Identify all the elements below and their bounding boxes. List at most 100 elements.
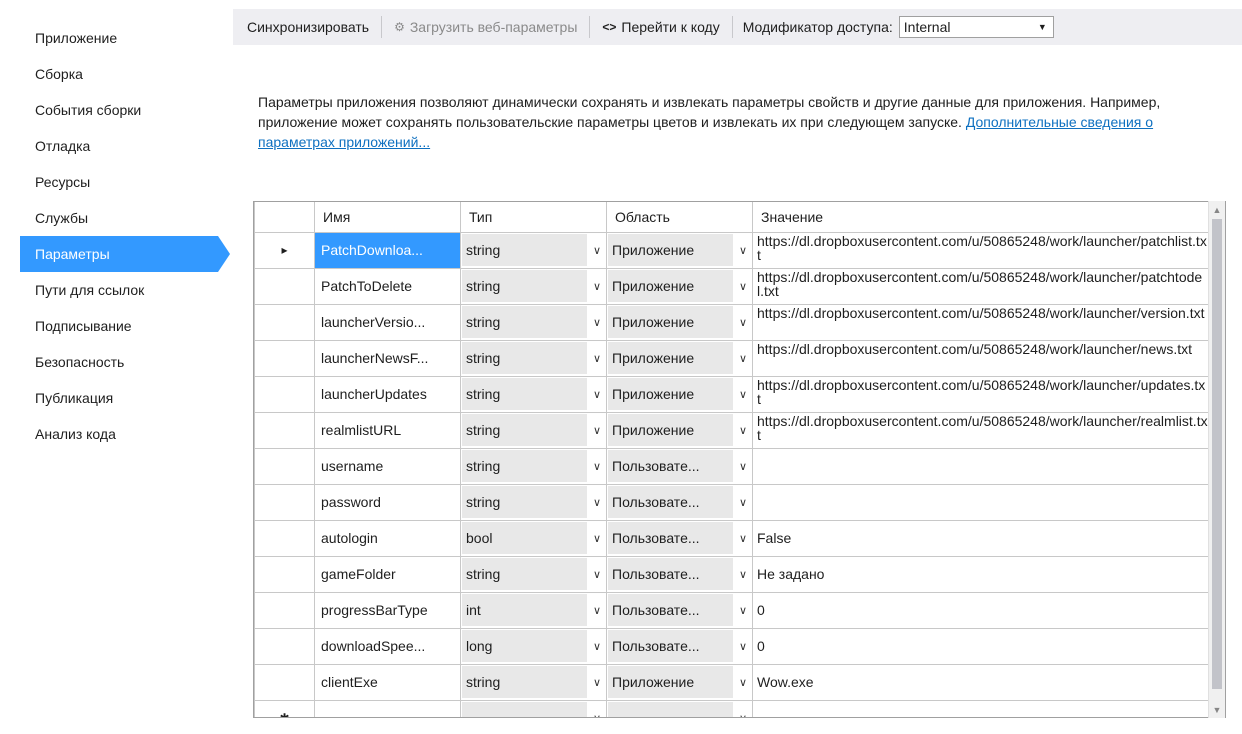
chevron-down-icon[interactable]: ∨ <box>588 449 606 483</box>
chevron-down-icon[interactable]: ∨ <box>588 269 606 303</box>
setting-name-cell[interactable]: launcherUpdates <box>314 375 461 413</box>
scroll-down-icon[interactable]: ▼ <box>1209 701 1225 718</box>
chevron-down-icon[interactable]: ∨ <box>734 485 752 519</box>
column-header-name[interactable]: Имя <box>314 202 461 233</box>
setting-type-combo[interactable]: string ∨ <box>460 231 607 269</box>
nav-item-build-events[interactable]: События сборки <box>20 92 230 128</box>
setting-type-combo[interactable]: string ∨ <box>460 663 607 701</box>
nav-item-settings[interactable]: Параметры <box>20 236 230 272</box>
setting-name-cell[interactable]: password <box>314 483 461 521</box>
row-header[interactable] <box>254 591 315 629</box>
setting-name-cell[interactable]: realmlistURL <box>314 411 461 449</box>
chevron-down-icon[interactable]: ∨ <box>588 341 606 375</box>
chevron-down-icon[interactable]: ∨ <box>734 593 752 627</box>
setting-value-cell[interactable]: False <box>752 519 1210 557</box>
setting-scope-combo[interactable]: Пользовате... ∨ <box>606 519 753 557</box>
row-header[interactable] <box>254 555 315 593</box>
setting-type-combo[interactable]: string ∨ <box>460 483 607 521</box>
chevron-down-icon[interactable]: ∨ <box>734 449 752 483</box>
setting-scope-combo[interactable]: ∨ <box>606 699 753 718</box>
setting-type-combo[interactable]: bool ∨ <box>460 519 607 557</box>
setting-value-cell[interactable]: 0 <box>752 627 1210 665</box>
table-row[interactable]: realmlistURL string ∨ Приложение ∨ https://dl… <box>254 411 1210 449</box>
setting-value-cell[interactable] <box>752 699 1210 717</box>
scrollbar-thumb[interactable] <box>1212 219 1222 689</box>
setting-value-cell[interactable] <box>752 483 1210 521</box>
nav-item-debug[interactable]: Отладка <box>20 128 230 164</box>
chevron-down-icon[interactable]: ∨ <box>588 557 606 591</box>
setting-name-cell[interactable]: launcherNewsF... <box>314 339 461 377</box>
setting-name-cell[interactable]: PatchToDelete <box>314 267 461 305</box>
setting-value-cell[interactable]: https://dl.dropboxusercontent.com/u/5086… <box>752 375 1210 413</box>
nav-item-signing[interactable]: Подписывание <box>20 308 230 344</box>
chevron-down-icon[interactable]: ∨ <box>588 629 606 663</box>
setting-type-combo[interactable]: string ∨ <box>460 447 607 485</box>
row-header[interactable]: ✱ <box>254 699 315 717</box>
chevron-down-icon[interactable]: ∨ <box>734 233 752 267</box>
setting-name-cell[interactable]: downloadSpee... <box>314 627 461 665</box>
setting-type-combo[interactable]: string ∨ <box>460 303 607 341</box>
nav-item-reference-paths[interactable]: Пути для ссылок <box>20 272 230 308</box>
setting-value-cell[interactable]: https://dl.dropboxusercontent.com/u/5086… <box>752 231 1210 269</box>
setting-scope-combo[interactable]: Пользовате... ∨ <box>606 627 753 665</box>
setting-name-cell[interactable]: PatchDownloa... <box>314 231 461 269</box>
setting-name-cell[interactable]: gameFolder <box>314 555 461 593</box>
setting-type-combo[interactable]: int ∨ <box>460 591 607 629</box>
chevron-down-icon[interactable]: ∨ <box>588 521 606 555</box>
chevron-down-icon[interactable]: ∨ <box>734 341 752 375</box>
chevron-down-icon[interactable]: ∨ <box>734 377 752 411</box>
setting-scope-combo[interactable]: Приложение ∨ <box>606 267 753 305</box>
setting-scope-combo[interactable]: Приложение ∨ <box>606 411 753 449</box>
chevron-down-icon[interactable]: ∨ <box>734 629 752 663</box>
nav-item-code-analysis[interactable]: Анализ кода <box>20 416 230 452</box>
chevron-down-icon[interactable]: ∨ <box>588 485 606 519</box>
column-header-scope[interactable]: Область <box>606 202 753 233</box>
setting-name-cell[interactable]: launcherVersio... <box>314 303 461 341</box>
synchronize-button[interactable]: Синхронизировать <box>241 19 375 35</box>
setting-type-combo[interactable]: string ∨ <box>460 411 607 449</box>
setting-name-cell[interactable]: autologin <box>314 519 461 557</box>
row-header[interactable] <box>254 483 315 521</box>
grid-vertical-scrollbar[interactable]: ▲ ▼ <box>1208 201 1225 718</box>
setting-scope-combo[interactable]: Приложение ∨ <box>606 231 753 269</box>
chevron-down-icon[interactable]: ∨ <box>588 413 606 447</box>
setting-value-cell[interactable]: 0 <box>752 591 1210 629</box>
row-header[interactable] <box>254 267 315 305</box>
table-row[interactable]: PatchToDelete string ∨ Приложение ∨ https://d… <box>254 267 1210 305</box>
row-header[interactable] <box>254 519 315 557</box>
setting-value-cell[interactable]: https://dl.dropboxusercontent.com/u/5086… <box>752 339 1210 377</box>
chevron-down-icon[interactable]: ∨ <box>734 557 752 591</box>
nav-item-build[interactable]: Сборка <box>20 56 230 92</box>
chevron-down-icon[interactable]: ∨ <box>588 665 606 699</box>
setting-scope-combo[interactable]: Приложение ∨ <box>606 375 753 413</box>
chevron-down-icon[interactable]: ∨ <box>734 413 752 447</box>
chevron-down-icon[interactable]: ∨ <box>588 377 606 411</box>
setting-name-cell[interactable]: username <box>314 447 461 485</box>
chevron-down-icon[interactable]: ∨ <box>734 665 752 699</box>
nav-item-resources[interactable]: Ресурсы <box>20 164 230 200</box>
setting-scope-combo[interactable]: Приложение ∨ <box>606 339 753 377</box>
table-row[interactable]: launcherNewsF... string ∨ Приложение ∨ https:… <box>254 339 1210 377</box>
chevron-down-icon[interactable]: ∨ <box>734 701 752 718</box>
row-header[interactable] <box>254 663 315 701</box>
setting-scope-combo[interactable]: Пользовате... ∨ <box>606 447 753 485</box>
setting-type-combo[interactable]: string ∨ <box>460 375 607 413</box>
setting-name-cell[interactable] <box>314 699 461 717</box>
setting-type-combo[interactable]: string ∨ <box>460 339 607 377</box>
setting-scope-combo[interactable]: Пользовате... ∨ <box>606 555 753 593</box>
setting-type-combo[interactable]: ∨ <box>460 699 607 717</box>
setting-type-combo[interactable]: long ∨ <box>460 627 607 665</box>
nav-item-security[interactable]: Безопасность <box>20 344 230 380</box>
nav-item-application[interactable]: Приложение <box>20 20 230 56</box>
chevron-down-icon[interactable]: ∨ <box>734 269 752 303</box>
column-header-type[interactable]: Тип <box>460 202 607 233</box>
setting-type-combo[interactable]: string ∨ <box>460 555 607 593</box>
setting-scope-combo[interactable]: Приложение ∨ <box>606 303 753 341</box>
table-row[interactable]: clientExe string ∨ Приложение ∨ Wow.exe <box>254 663 1210 701</box>
table-row[interactable]: ▸ PatchDownloa... string ∨ Приложение ∨ https:… <box>254 231 1210 269</box>
row-header[interactable]: ▸ <box>254 231 315 269</box>
setting-value-cell[interactable]: https://dl.dropboxusercontent.com/u/5086… <box>752 411 1210 449</box>
chevron-down-icon[interactable]: ∨ <box>588 305 606 339</box>
chevron-down-icon[interactable]: ∨ <box>588 593 606 627</box>
go-to-code-button[interactable]: <> Перейти к коду <box>596 19 725 35</box>
